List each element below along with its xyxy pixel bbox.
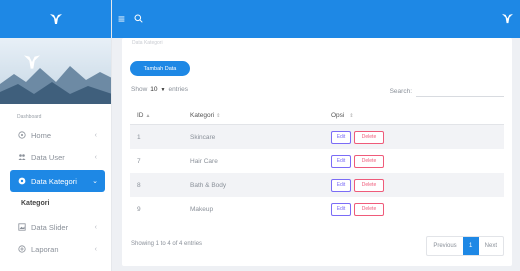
sidebar-item-label: Home — [31, 130, 52, 140]
chevron-left-icon: ‹ — [94, 153, 97, 161]
cell-id: 9 — [137, 205, 141, 213]
image-icon — [17, 223, 26, 232]
sidebar-banner — [0, 38, 111, 104]
sidebar-item-label: Laporan — [31, 244, 59, 254]
table-header-row: ID ▲ Kategori ⇕ Opsi ⇕ — [130, 107, 504, 125]
cell-kategori: Bath & Body — [190, 181, 227, 189]
content-card: Data Kategori Tambah Data Show 10 ▼ entr… — [122, 38, 512, 266]
caret-down-icon[interactable]: ▼ — [161, 87, 166, 93]
cell-opsi: Edit Delete — [331, 178, 504, 192]
chevron-left-icon: ‹ — [94, 131, 97, 139]
sidebar-item-laporan[interactable]: Laporan ‹ — [0, 238, 111, 260]
table-search: Search: — [390, 85, 504, 97]
search-label: Search: — [389, 87, 412, 95]
sort-icon: ⇕ — [349, 112, 354, 119]
cell-kategori: Skincare — [190, 133, 216, 141]
sidebar-logo[interactable] — [0, 0, 111, 38]
sidebar-item-home[interactable]: Home ‹ — [0, 124, 111, 146]
table-row: 9 Makeup Edit Delete — [130, 197, 504, 221]
cell-kategori: Makeup — [190, 205, 214, 213]
edit-button[interactable]: Edit — [331, 154, 351, 168]
pagination: Previous 1 Next — [426, 236, 504, 256]
previous-button[interactable]: Previous — [427, 237, 462, 255]
header-kategori[interactable]: Kategori ⇕ — [190, 112, 331, 119]
entries-select[interactable]: 10 — [150, 86, 157, 93]
sidebar-item-data-user[interactable]: Data User ‹ — [0, 146, 111, 168]
kategori-table: ID ▲ Kategori ⇕ Opsi ⇕ 1 Skincare Edit Dele… — [130, 107, 504, 221]
edit-button[interactable]: Edit — [331, 130, 351, 144]
chevron-left-icon: ‹ — [94, 245, 97, 253]
sidebar-item-label: Data Kategori — [31, 176, 77, 186]
users-icon — [17, 153, 26, 162]
search-icon[interactable] — [134, 14, 144, 24]
entries-length-control: Show 10 ▼ entries — [131, 86, 188, 93]
cell-opsi: Edit Delete — [331, 130, 504, 144]
table-info: Showing 1 to 4 of 4 entries — [131, 241, 203, 247]
cell-kategori: Hair Care — [190, 157, 218, 165]
table-row: 7 Hair Care Edit Delete — [130, 149, 504, 173]
header-id[interactable]: ID ▲ — [130, 112, 190, 119]
banner-logo-icon — [24, 55, 40, 69]
report-icon — [17, 245, 26, 254]
page-1-button[interactable]: 1 — [462, 237, 479, 255]
table-row: 1 Skincare Edit Delete — [130, 125, 504, 149]
delete-button[interactable]: Delete — [354, 154, 384, 168]
card-faded-title: Data Kategori — [132, 40, 163, 46]
delete-button[interactable]: Delete — [354, 202, 384, 216]
delete-button[interactable]: Delete — [354, 178, 384, 192]
sidebar-item-data-slider[interactable]: Data Slider ‹ — [0, 216, 111, 238]
header-opsi[interactable]: Opsi ⇕ — [331, 112, 504, 119]
sidebar-subitem-kategori[interactable]: Kategori — [0, 194, 111, 216]
edit-button[interactable]: Edit — [331, 178, 351, 192]
topbar: ≡ — [112, 0, 520, 38]
delete-button[interactable]: Delete — [354, 130, 384, 144]
cell-opsi: Edit Delete — [331, 154, 504, 168]
sidebar-section-label: Dashboard — [17, 114, 42, 120]
next-button[interactable]: Next — [479, 237, 503, 255]
table-row: 8 Bath & Body Edit Delete — [130, 173, 504, 197]
show-prefix: Show — [131, 86, 148, 93]
sort-icon: ⇕ — [216, 113, 221, 119]
cell-id: 7 — [137, 157, 141, 165]
chevron-left-icon: ‹ — [94, 223, 97, 231]
brand-logo-icon — [502, 13, 513, 24]
home-icon — [17, 131, 26, 140]
sidebar-item-data-kategori[interactable]: Data Kategori ⌄ — [10, 170, 105, 192]
tag-icon — [17, 177, 26, 186]
add-data-button[interactable]: Tambah Data — [130, 61, 190, 76]
sort-asc-icon: ▲ — [145, 113, 151, 119]
cell-opsi: Edit Delete — [331, 202, 504, 216]
sidebar-item-label: Data Slider — [31, 222, 69, 232]
hamburger-icon[interactable]: ≡ — [118, 12, 128, 26]
sidebar: Dashboard Home ‹ Data User ‹ Data Katego… — [0, 0, 112, 271]
show-suffix: entries — [168, 86, 188, 93]
chevron-down-icon: ⌄ — [92, 178, 98, 185]
search-input[interactable] — [416, 85, 504, 97]
cell-id: 1 — [137, 133, 141, 141]
sidebar-item-label: Data User — [31, 152, 65, 162]
edit-button[interactable]: Edit — [331, 202, 351, 216]
brand-logo-icon — [49, 14, 62, 24]
cell-id: 8 — [137, 181, 141, 189]
